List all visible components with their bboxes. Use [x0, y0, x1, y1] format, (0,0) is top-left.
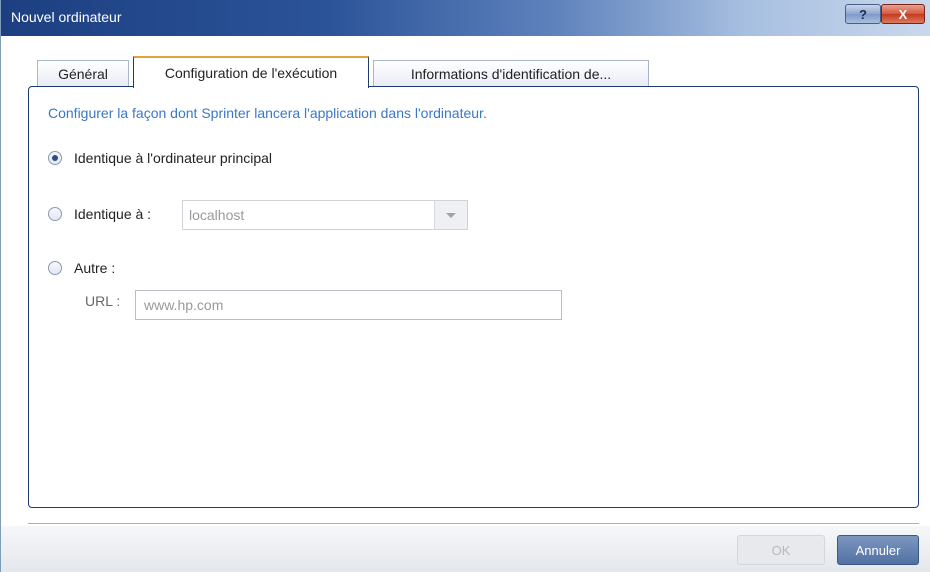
option-other[interactable]: Autre :	[48, 260, 115, 276]
ok-button[interactable]: OK	[737, 535, 825, 565]
window-title: Nouvel ordinateur	[11, 9, 122, 25]
footer-divider	[28, 523, 919, 524]
panel-description: Configurer la façon dont Sprinter lancer…	[48, 105, 487, 121]
computer-select[interactable]: localhost	[182, 200, 468, 230]
close-icon: X	[898, 6, 908, 22]
help-icon: ?	[859, 6, 867, 22]
cancel-button[interactable]: Annuler	[837, 535, 919, 565]
chevron-down-icon[interactable]	[434, 201, 467, 229]
radio-same-as-main[interactable]	[48, 151, 62, 165]
close-button[interactable]: X	[881, 4, 925, 24]
option-same-as-main[interactable]: Identique à l'ordinateur principal	[48, 150, 272, 166]
option-same-as[interactable]: Identique à :	[48, 206, 151, 222]
tab-general[interactable]: Général	[37, 60, 129, 86]
dialog-window: Nouvel ordinateur ? X Général Configurat…	[0, 0, 930, 572]
tab-execution-config[interactable]: Configuration de l'exécution	[133, 56, 369, 88]
url-label: URL :	[85, 293, 121, 309]
title-bar: Nouvel ordinateur ? X	[1, 0, 930, 36]
help-button[interactable]: ?	[845, 4, 881, 24]
tab-credentials[interactable]: Informations d'identification de...	[373, 60, 649, 86]
radio-same-as[interactable]	[48, 207, 62, 221]
url-input[interactable]: www.hp.com	[135, 290, 562, 320]
radio-other[interactable]	[48, 261, 62, 275]
